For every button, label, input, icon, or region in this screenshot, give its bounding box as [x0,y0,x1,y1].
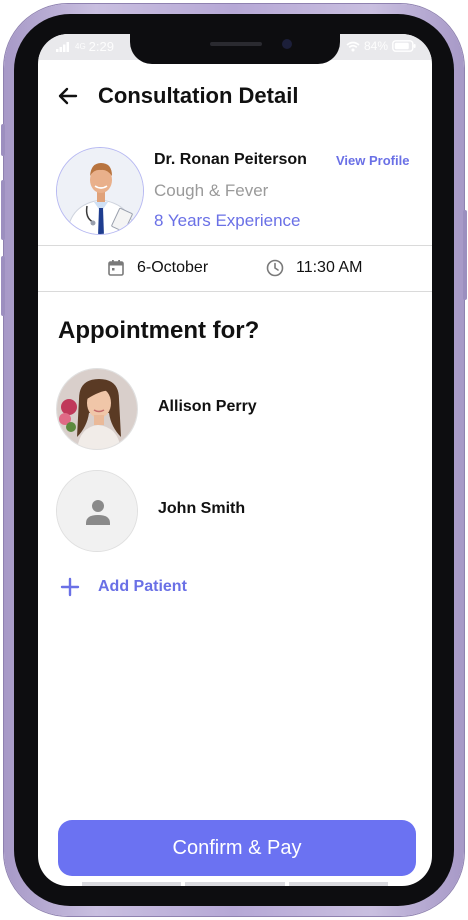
patient-photo [57,369,137,449]
doctor-specialty: Cough & Fever [154,181,269,200]
battery-icon [392,40,416,52]
person-placeholder-icon [57,471,137,551]
doctor-avatar [56,147,144,235]
status-time: 2:29 [88,39,114,54]
front-camera [282,39,292,49]
phone-power-button [463,210,467,300]
patient-avatar-photo [56,368,138,450]
back-button[interactable] [54,82,82,110]
add-patient-button[interactable]: Add Patient [60,573,187,601]
patient-item-allison[interactable]: Allison Perry [56,368,416,450]
phone-notch [130,34,340,64]
page-title: Consultation Detail [98,83,299,108]
doctor-experience: 8 Years Experience [154,211,301,230]
time-text: 11:30 AM [296,259,363,276]
view-profile-link[interactable]: View Profile [336,153,409,168]
divider-top [38,245,432,246]
wifi-icon [346,41,360,51]
phone-side-button [1,124,5,156]
phone-volume-down-button [1,256,5,316]
plus-icon [60,577,80,597]
indicator-segment [185,882,285,886]
doctor-photo [57,148,143,234]
notch-speaker [210,42,262,46]
appointment-time: 11:30 AM [266,256,362,280]
doctor-name: Dr. Ronan Peiterson [154,151,307,168]
calendar-icon [108,260,124,276]
indicator-segment [82,882,182,886]
appointment-date: 6-October [107,256,208,280]
battery-percent: 84% [363,39,388,53]
header: Consultation Detail [38,78,432,114]
date-text: 6-October [137,259,209,276]
app-screen: 4G 2:29 84% Consultation Detail Dr. Rona… [38,34,432,886]
bottom-indicator [82,882,388,886]
status-left: 4G 2:29 [56,39,114,54]
confirm-pay-button[interactable]: Confirm & Pay [58,820,416,876]
patient-name: Allison Perry [158,398,257,415]
patient-avatar-placeholder [56,470,138,552]
clock-icon [266,259,284,277]
indicator-segment [288,882,388,886]
signal-icon [56,42,69,52]
add-patient-label: Add Patient [98,578,187,595]
arrow-left-icon [58,87,78,105]
status-right: 84% [346,39,416,53]
phone-volume-up-button [1,180,5,240]
patient-name: John Smith [158,500,246,517]
divider-bottom [38,291,432,292]
section-title: Appointment for? [58,317,260,344]
patient-item-john[interactable]: John Smith [56,470,416,552]
network-type: 4G [75,42,86,51]
